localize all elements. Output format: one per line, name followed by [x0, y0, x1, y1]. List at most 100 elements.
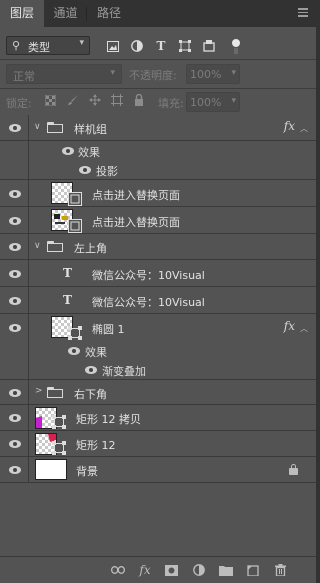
filter-pixel-icon[interactable] [105, 38, 121, 54]
visibility-cell [0, 361, 29, 379]
lock-all-icon[interactable] [132, 93, 146, 107]
text-layer-icon: T [63, 293, 72, 307]
divider [0, 59, 316, 60]
eye-icon[interactable] [9, 324, 21, 332]
expand-arrow-icon[interactable]: ∨ [34, 241, 41, 251]
filter-smart-object-icon[interactable] [201, 38, 217, 54]
delete-layer-icon[interactable] [272, 562, 288, 578]
search-icon: ⚲ [12, 39, 21, 52]
eye-icon[interactable] [9, 389, 21, 397]
eye-icon[interactable] [85, 366, 97, 374]
eye-icon[interactable] [79, 166, 91, 174]
folder-icon [47, 122, 63, 133]
layer-row-shape[interactable]: 椭圆 1 fx ︿ [0, 314, 316, 341]
layer-name: 矩形 12 拷贝 [76, 413, 141, 426]
eye-icon[interactable] [9, 243, 21, 251]
collapse-effects-icon[interactable]: ︿ [300, 323, 308, 334]
eye-icon[interactable] [9, 440, 21, 448]
layer-row-text[interactable]: T 微信公众号：10Visual [0, 287, 316, 314]
smart-object-icon [68, 219, 82, 233]
fill-label: 填充: [158, 97, 184, 110]
layer-name: 微信公众号：10Visual [92, 269, 205, 282]
eye-icon[interactable] [9, 270, 21, 278]
visibility-cell[interactable] [0, 457, 29, 482]
new-adjustment-layer-icon[interactable] [191, 562, 207, 578]
opacity-input[interactable]: 100% ▾ [186, 64, 240, 84]
layer-row-shape[interactable]: 矩形 12 拷贝 [0, 405, 316, 431]
chevron-down-icon: ▾ [231, 68, 236, 78]
visibility-cell [0, 141, 29, 161]
filter-kind-select[interactable]: ⚲ 类型 ▾ [6, 36, 90, 55]
add-mask-icon[interactable] [163, 562, 179, 578]
blend-mode-value: 正常 [13, 70, 35, 83]
panel-menu-icon[interactable] [298, 8, 308, 18]
filter-toggle-icon[interactable] [228, 38, 244, 54]
visibility-cell[interactable] [0, 180, 29, 206]
visibility-cell[interactable] [0, 314, 29, 341]
layer-name: 椭圆 1 [92, 323, 125, 336]
layer-row-text[interactable]: T 微信公众号：10Visual [0, 260, 316, 287]
layer-name: 微信公众号：10Visual [92, 296, 205, 309]
text-layer-icon: T [63, 266, 72, 280]
visibility-cell[interactable] [0, 380, 29, 404]
filter-adjustment-icon[interactable] [129, 38, 145, 54]
fx-icon[interactable]: fx [284, 319, 295, 333]
layer-row-smart-object[interactable]: 点击进入替换页面 [0, 180, 316, 207]
eye-icon[interactable] [9, 414, 21, 422]
expand-arrow-icon[interactable]: ∨ [34, 122, 41, 132]
effects-label: 效果 [85, 346, 107, 359]
layer-row-background[interactable]: 背景 [0, 457, 316, 483]
layer-effects-row[interactable]: 效果 [0, 341, 316, 361]
layer-effect-row[interactable]: 渐变叠加 [0, 361, 316, 380]
layer-row-group[interactable]: > 右下角 [0, 380, 316, 405]
eye-icon[interactable] [68, 347, 80, 355]
lock-transparent-icon[interactable] [43, 93, 57, 107]
eye-icon[interactable] [62, 147, 74, 155]
layer-effects-row[interactable]: 效果 [0, 141, 316, 161]
visibility-cell[interactable] [0, 405, 29, 430]
lock-artboard-icon[interactable] [110, 93, 124, 107]
link-layers-icon[interactable] [110, 562, 126, 578]
opacity-label: 不透明度: [129, 69, 177, 82]
fx-icon[interactable]: fx [284, 119, 295, 133]
eye-icon[interactable] [9, 297, 21, 305]
eye-icon[interactable] [9, 466, 21, 474]
visibility-cell[interactable] [0, 207, 29, 233]
add-style-icon[interactable]: fx [137, 562, 153, 578]
layer-row-smart-object[interactable]: 点击进入替换页面 [0, 207, 316, 234]
filter-shape-icon[interactable] [177, 38, 193, 54]
blend-mode-select[interactable]: 正常 ▾ [6, 64, 122, 84]
visibility-cell[interactable] [0, 431, 29, 456]
vector-mask-icon [68, 326, 82, 340]
new-group-icon[interactable] [218, 562, 234, 578]
collapse-arrow-icon[interactable]: > [35, 386, 43, 396]
layer-name: 右下角 [74, 388, 107, 401]
layer-row-shape[interactable]: 矩形 12 [0, 431, 316, 457]
visibility-cell[interactable] [0, 234, 29, 259]
layer-name: 点击进入替换页面 [92, 189, 180, 202]
layer-name: 点击进入替换页面 [92, 216, 180, 229]
eye-icon[interactable] [9, 217, 21, 225]
tab-layers[interactable]: 图层 [0, 0, 44, 27]
tab-paths[interactable]: 路径 [87, 0, 131, 27]
collapse-effects-icon[interactable]: ︿ [300, 123, 308, 134]
tab-channels[interactable]: 通道 [45, 0, 86, 27]
visibility-cell[interactable] [0, 115, 29, 140]
eye-icon[interactable] [9, 190, 21, 198]
chevron-down-icon: ▾ [110, 68, 115, 78]
layer-effect-row[interactable]: 投影 [0, 161, 316, 180]
visibility-cell[interactable] [0, 260, 29, 286]
lock-image-brush-icon[interactable] [66, 93, 80, 107]
new-layer-icon[interactable] [245, 562, 261, 578]
layer-row-group[interactable]: ∨ 左上角 [0, 234, 316, 260]
eye-icon[interactable] [9, 124, 21, 132]
layers-list: ∨ 样机组 fx ︿ 效果 投影 点击进入替换页面 点击进入替换页面 ∨ 左上角… [0, 115, 316, 557]
visibility-cell[interactable] [0, 287, 29, 313]
layer-row-group[interactable]: ∨ 样机组 fx ︿ [0, 115, 316, 141]
filter-type-icon[interactable]: T [153, 38, 169, 54]
lock-label: 锁定: [6, 97, 32, 110]
lock-position-icon[interactable] [88, 93, 102, 107]
folder-icon [47, 241, 63, 252]
fill-input[interactable]: 100% ▾ [186, 92, 240, 112]
fill-value: 100% [190, 96, 222, 109]
